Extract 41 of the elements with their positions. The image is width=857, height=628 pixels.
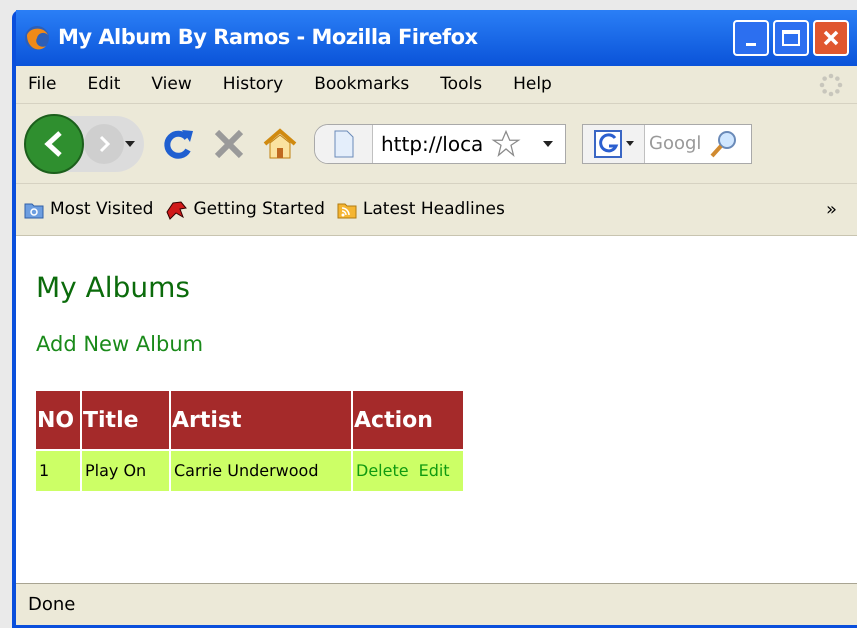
caret-icon[interactable] (543, 140, 553, 146)
menu-item[interactable]: Bookmarks (314, 72, 410, 98)
star-icon[interactable] (491, 128, 522, 158)
globe-icon (24, 25, 50, 51)
status-text: Done (28, 593, 76, 617)
table-cell: 1 (36, 451, 80, 491)
minimize-button[interactable] (733, 20, 769, 56)
add-album-link[interactable]: Add New Album (36, 334, 857, 355)
table-cell: Play On (82, 451, 169, 491)
caret-icon[interactable] (124, 140, 136, 148)
home-icon[interactable] (262, 126, 298, 160)
column-header: NO (36, 391, 80, 449)
feed-icon (336, 200, 357, 218)
close-icon (822, 29, 840, 47)
bookmark-link[interactable]: Getting Started (193, 196, 325, 222)
column-header: Artist (171, 391, 351, 449)
bookmark-link[interactable]: Most Visited (50, 196, 154, 222)
chevron-button[interactable]: » (826, 196, 837, 223)
search-engine-icon[interactable] (594, 130, 622, 158)
menu-item[interactable]: Tools (440, 72, 482, 98)
menu-item[interactable]: File (28, 72, 56, 98)
column-header: Action (353, 391, 463, 449)
maximize-button[interactable] (773, 20, 809, 56)
search-input[interactable]: Googl (645, 130, 709, 157)
caret-icon[interactable] (626, 141, 634, 146)
throbber-icon (817, 70, 845, 98)
address-field[interactable]: http://loca (314, 124, 566, 164)
page-icon (332, 130, 354, 158)
menu-item[interactable]: View (151, 72, 192, 98)
table-cell: Carrie Underwood (171, 451, 351, 491)
search-icon[interactable] (709, 128, 739, 158)
search-field[interactable]: Googl (582, 124, 752, 164)
menu-item[interactable]: Help (513, 72, 552, 98)
menu-item[interactable]: Edit (87, 72, 120, 98)
bookmark-link[interactable]: Latest Headlines (362, 196, 505, 222)
column-header: Title (82, 391, 169, 449)
folder-icon (24, 200, 44, 218)
window-title: My Album By Ramos - Mozilla Firefox (58, 24, 478, 52)
page-heading: My Albums (36, 274, 191, 302)
close-button[interactable] (813, 20, 849, 56)
menu-item[interactable]: History (222, 72, 284, 98)
